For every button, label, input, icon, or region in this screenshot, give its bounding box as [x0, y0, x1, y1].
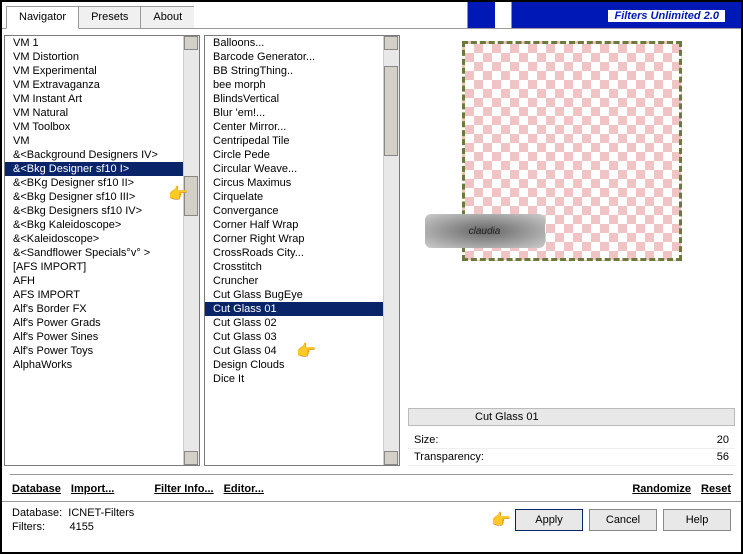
db-label: Database: — [12, 507, 62, 519]
reset-link[interactable]: Reset — [701, 483, 731, 495]
list-item[interactable]: Alf's Power Toys — [5, 344, 183, 358]
list-item[interactable]: Center Mirror... — [205, 120, 383, 134]
list-item[interactable]: &<Bkg Designer sf10 I> — [5, 162, 183, 176]
list-item[interactable]: Cut Glass 03 — [205, 330, 383, 344]
tab-presets[interactable]: Presets — [78, 6, 141, 28]
list-item[interactable]: VM Natural — [5, 106, 183, 120]
selected-filter-name: Cut Glass 01 — [469, 409, 545, 425]
list-item[interactable]: VM Extravaganza — [5, 78, 183, 92]
filters-list[interactable]: Balloons...Barcode Generator...BB String… — [205, 36, 383, 465]
list-item[interactable]: &<BKg Designer sf10 II> — [5, 176, 183, 190]
list-item[interactable]: AFS IMPORT — [5, 288, 183, 302]
filters-column: Balloons...Barcode Generator...BB String… — [202, 29, 402, 472]
cancel-button[interactable]: Cancel — [589, 509, 657, 531]
list-item[interactable]: Cruncher — [205, 274, 383, 288]
list-item[interactable]: Cut Glass 04 — [205, 344, 383, 358]
list-item[interactable]: [AFS IMPORT] — [5, 260, 183, 274]
list-item[interactable]: BlindsVertical — [205, 92, 383, 106]
param-value: 20 — [717, 434, 729, 446]
list-item[interactable]: &<Bkg Kaleidoscope> — [5, 218, 183, 232]
preview-image: claudia — [462, 41, 682, 261]
scroll-thumb[interactable] — [184, 176, 198, 216]
app-title: Filters Unlimited 2.0 — [194, 2, 741, 28]
import-link[interactable]: Import... — [71, 483, 114, 495]
list-item[interactable]: VM Experimental — [5, 64, 183, 78]
help-button[interactable]: Help — [663, 509, 731, 531]
list-item[interactable]: VM — [5, 134, 183, 148]
list-item[interactable]: &<Kaleidoscope> — [5, 232, 183, 246]
watermark-badge: claudia — [425, 214, 545, 248]
list-item[interactable]: VM Toolbox — [5, 120, 183, 134]
list-item[interactable]: &<Bkg Designers sf10 IV> — [5, 204, 183, 218]
separator — [10, 474, 733, 475]
footer-info: Database: ICNET-Filters Filters: 4155 — [12, 506, 491, 534]
filters-count-label: Filters: — [12, 521, 45, 533]
list-item[interactable]: Cut Glass 01 — [205, 302, 383, 316]
database-link[interactable]: Database — [12, 483, 61, 495]
scroll-up-icon[interactable] — [384, 36, 398, 50]
list-item[interactable]: BB StringThing.. — [205, 64, 383, 78]
list-item[interactable]: VM 1 — [5, 36, 183, 50]
list-item[interactable]: Alf's Power Grads — [5, 316, 183, 330]
preview-area: claudia — [408, 35, 735, 404]
footer: Database: ICNET-Filters Filters: 4155 👉 … — [2, 501, 741, 538]
main-content: VM 1VM DistortionVM ExperimentalVM Extra… — [2, 28, 741, 472]
param-value: 56 — [717, 451, 729, 463]
list-item[interactable]: Cut Glass 02 — [205, 316, 383, 330]
list-item[interactable]: bee morph — [205, 78, 383, 92]
categories-scrollbar[interactable] — [183, 36, 199, 465]
scroll-down-icon[interactable] — [184, 451, 198, 465]
tab-about[interactable]: About — [140, 6, 195, 28]
header-bar: Navigator Presets About Filters Unlimite… — [2, 2, 741, 28]
filterinfo-link[interactable]: Filter Info... — [154, 483, 213, 495]
list-item[interactable]: Centripedal Tile — [205, 134, 383, 148]
list-item[interactable]: Barcode Generator... — [205, 50, 383, 64]
param-row: Transparency: 56 — [408, 449, 735, 466]
list-item[interactable]: Corner Half Wrap — [205, 218, 383, 232]
list-item[interactable]: Dice It — [205, 372, 383, 386]
tab-strip: Navigator Presets About — [6, 6, 194, 28]
param-row: Size: 20 — [408, 432, 735, 449]
scroll-up-icon[interactable] — [184, 36, 198, 50]
list-item[interactable]: &<Bkg Designer sf10 III> — [5, 190, 183, 204]
list-item[interactable]: AFH — [5, 274, 183, 288]
list-item[interactable]: Circular Weave... — [205, 162, 383, 176]
parameters-panel: Cut Glass 01 Size: 20 Transparency: 56 — [408, 408, 735, 466]
list-item[interactable]: CrossRoads City... — [205, 246, 383, 260]
list-item[interactable]: Corner Right Wrap — [205, 232, 383, 246]
list-item[interactable]: Alf's Border FX — [5, 302, 183, 316]
list-item[interactable]: Alf's Power Sines — [5, 330, 183, 344]
scroll-thumb[interactable] — [384, 66, 398, 156]
list-item[interactable]: VM Distortion — [5, 50, 183, 64]
list-item[interactable]: Circus Maximus — [205, 176, 383, 190]
param-label: Size: — [414, 434, 438, 446]
list-item[interactable]: Cut Glass BugEye — [205, 288, 383, 302]
filters-scrollbar[interactable] — [383, 36, 399, 465]
list-item[interactable]: VM Instant Art — [5, 92, 183, 106]
pointer-icon: 👉 — [491, 510, 511, 530]
randomize-link[interactable]: Randomize — [632, 483, 691, 495]
tab-navigator[interactable]: Navigator — [6, 6, 79, 29]
list-item[interactable]: Balloons... — [205, 36, 383, 50]
link-bar: Database Import... Filter Info... Editor… — [2, 477, 741, 501]
list-item[interactable]: Blur 'em!... — [205, 106, 383, 120]
scroll-down-icon[interactable] — [384, 451, 398, 465]
apply-button[interactable]: Apply — [515, 509, 583, 531]
editor-link[interactable]: Editor... — [224, 483, 264, 495]
preview-column: claudia Cut Glass 01 Size: 20 Transparency… — [402, 29, 741, 472]
param-label: Transparency: — [414, 451, 484, 463]
categories-list[interactable]: VM 1VM DistortionVM ExperimentalVM Extra… — [5, 36, 183, 465]
filters-count-value: 4155 — [69, 521, 93, 533]
db-value: ICNET-Filters — [68, 507, 134, 519]
list-item[interactable]: Crosstitch — [205, 260, 383, 274]
list-item[interactable]: Cirquelate — [205, 190, 383, 204]
list-item[interactable]: &<Sandflower Specials°v° > — [5, 246, 183, 260]
list-item[interactable]: &<Background Designers IV> — [5, 148, 183, 162]
list-item[interactable]: Convergance — [205, 204, 383, 218]
categories-column: VM 1VM DistortionVM ExperimentalVM Extra… — [2, 29, 202, 472]
list-item[interactable]: Circle Pede — [205, 148, 383, 162]
list-item[interactable]: Design Clouds — [205, 358, 383, 372]
list-item[interactable]: AlphaWorks — [5, 358, 183, 372]
